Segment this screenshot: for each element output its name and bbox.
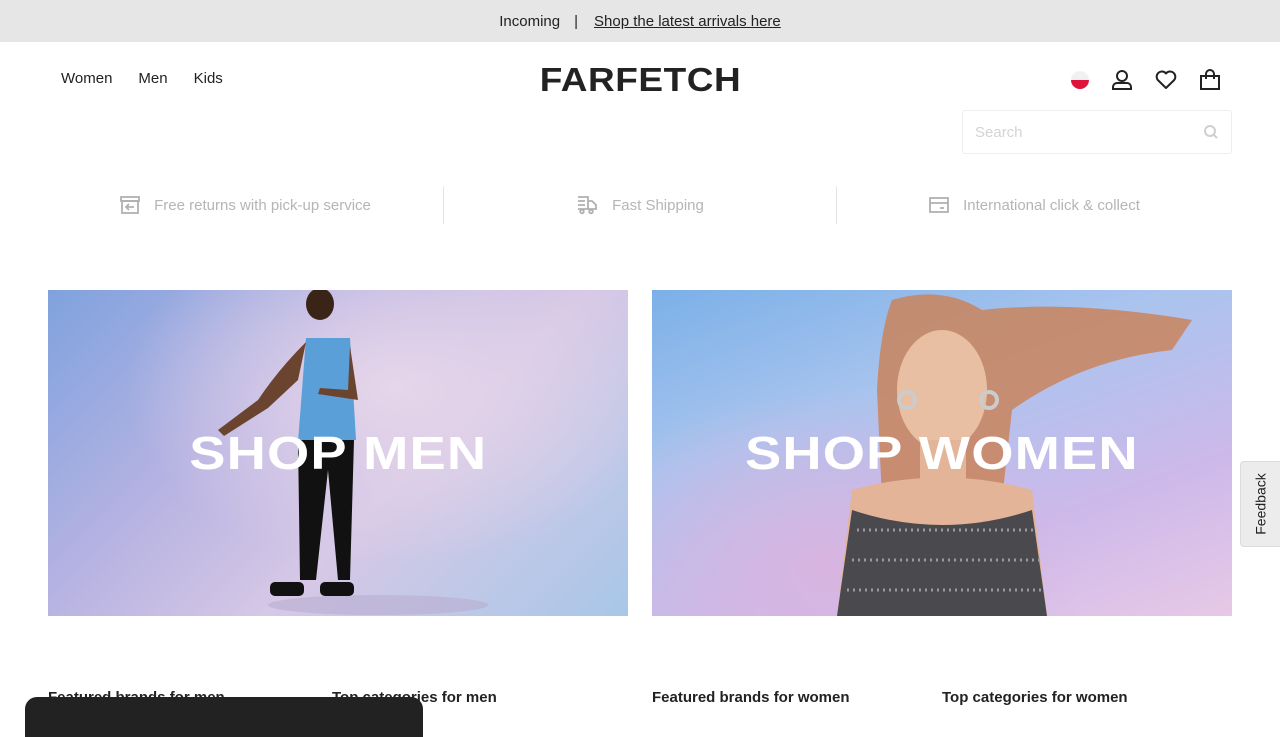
country-selector[interactable] (1066, 68, 1090, 92)
click-collect-icon (929, 197, 950, 213)
nav-kids[interactable]: Kids (194, 70, 223, 87)
shop-women-title: SHOP WOMEN (745, 427, 1139, 479)
usp-returns-label: Free returns with pick-up service (154, 196, 371, 214)
usp-shipping: Fast Shipping (443, 186, 836, 224)
announcement-prefix: Incoming (499, 12, 561, 30)
shopping-bag-icon (1200, 69, 1220, 90)
user-icon (1112, 70, 1132, 90)
search-box (962, 110, 1232, 154)
search-icon[interactable] (1203, 124, 1219, 140)
top-categories-women-heading: Top categories for women (942, 689, 1128, 706)
wishlist-button[interactable] (1154, 68, 1178, 92)
header-icons (1066, 68, 1222, 92)
usp-click-collect-label: International click & collect (963, 196, 1140, 214)
shipping-icon (578, 196, 598, 215)
returns-icon (120, 196, 141, 214)
poland-flag-icon (1070, 71, 1089, 89)
latest-arrivals-link[interactable]: Shop the latest arrivals here (594, 13, 781, 30)
main-nav: Women Men Kids (61, 70, 223, 87)
farfetch-logo[interactable]: FARFETCH (527, 63, 754, 97)
usp-click-collect: International click & collect (836, 186, 1232, 224)
account-button[interactable] (1110, 68, 1134, 92)
shop-men-title: SHOP MEN (188, 427, 487, 479)
shop-women-banner[interactable]: SHOP WOMEN (652, 290, 1232, 616)
cookie-banner (25, 697, 423, 737)
usp-strip: Free returns with pick-up service Fast S… (48, 186, 1232, 224)
bag-button[interactable] (1198, 68, 1222, 92)
feedback-tab[interactable]: Feedback (1240, 461, 1280, 547)
nav-women[interactable]: Women (61, 70, 112, 87)
nav-men[interactable]: Men (138, 70, 167, 87)
shop-men-banner[interactable]: SHOP MEN (48, 290, 628, 616)
feedback-label: Feedback (1252, 473, 1269, 535)
announcement-separator: | (574, 12, 578, 30)
featured-brands-women-heading: Featured brands for women (652, 689, 850, 706)
search-input[interactable] (975, 123, 1203, 141)
usp-shipping-label: Fast Shipping (612, 196, 704, 214)
usp-returns: Free returns with pick-up service (48, 186, 443, 224)
announcement-bar: Incoming | Shop the latest arrivals here (0, 0, 1280, 42)
heart-icon (1155, 70, 1177, 89)
